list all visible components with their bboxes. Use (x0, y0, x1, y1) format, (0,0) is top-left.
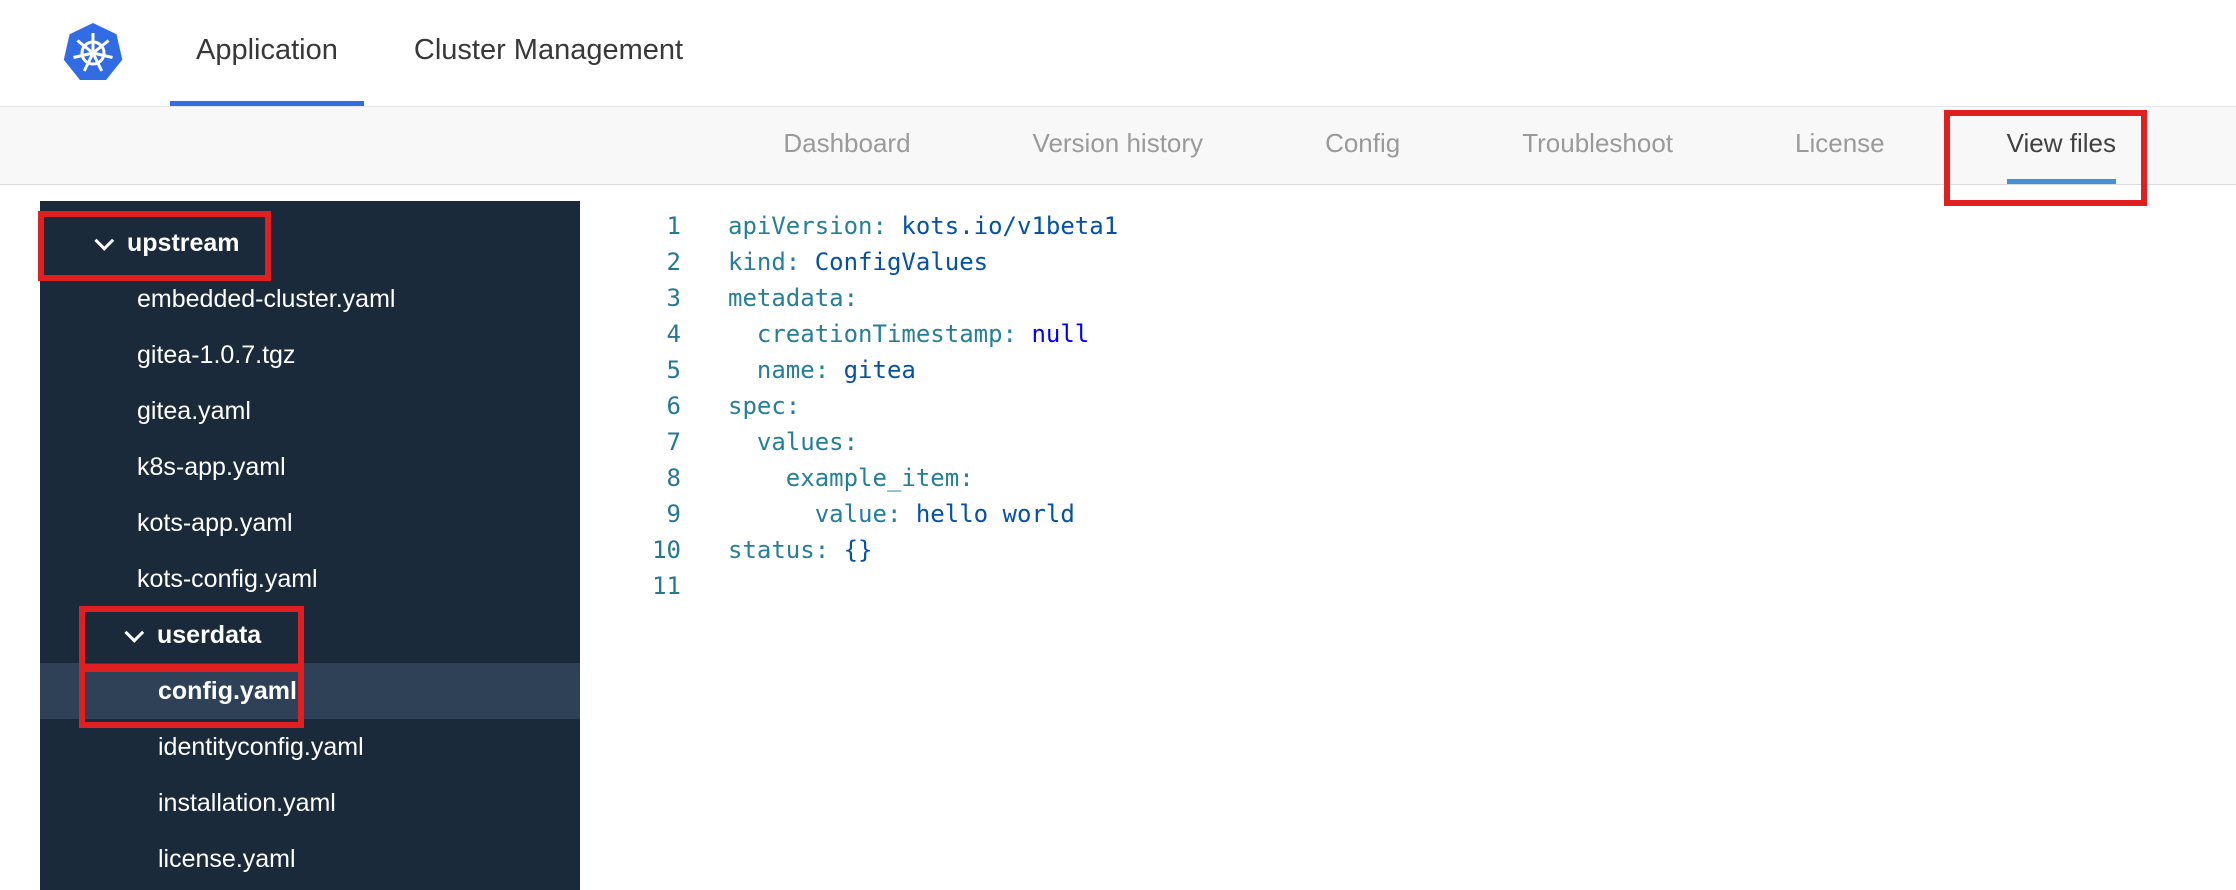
tree-item-label: embedded-cluster.yaml (137, 284, 396, 313)
tree-item-label: installation.yaml (158, 788, 336, 817)
header-tab-cluster-management[interactable]: Cluster Management (388, 0, 709, 106)
line-number: 8 (666, 464, 681, 492)
line-number: 2 (666, 248, 681, 276)
tree-file-kots-app-yaml[interactable]: kots-app.yaml (40, 495, 580, 551)
tree-item-label: config.yaml (158, 676, 297, 705)
code-text: creationTimestamp: null (756, 320, 1090, 348)
code-line: 9 value: hello world (580, 496, 2236, 532)
subnav: Dashboard Version history Config Troublesho… (0, 107, 2236, 185)
code-line: 5 name: gitea (580, 352, 2236, 388)
line-number: 11 (652, 572, 681, 600)
tree-file-kots-config-yaml[interactable]: kots-config.yaml (40, 551, 580, 607)
tree-file-gitea-yaml[interactable]: gitea.yaml (40, 383, 580, 439)
code-text: name: gitea (756, 356, 916, 384)
tree-file-license-yaml[interactable]: license.yaml (40, 831, 580, 887)
tree-file-identityconfig-yaml[interactable]: identityconfig.yaml (40, 719, 580, 775)
code-line: 6 spec: (580, 388, 2236, 424)
code-text: metadata: (728, 284, 859, 312)
tree-item-label: kots-config.yaml (137, 564, 318, 593)
app-header: Application Cluster Management (0, 0, 2236, 107)
code-text: value: hello world (814, 500, 1075, 528)
code-line: 3 metadata: (580, 280, 2236, 316)
code-text: spec: (728, 392, 801, 420)
code-editor[interactable]: 1 apiVersion: kots.io/v1beta1 2 kind: Confi… (580, 185, 2236, 890)
tree-item-label: k8s-app.yaml (137, 452, 286, 481)
code-line: 2 kind: ConfigValues (580, 244, 2236, 280)
line-number: 10 (652, 536, 681, 564)
tree-item-label: license.yaml (158, 844, 296, 873)
kubernetes-logo-icon (63, 23, 123, 80)
tree-item-label: upstream (127, 228, 240, 257)
code-line: 11 (580, 568, 2236, 604)
file-tree: upstream embedded-cluster.yaml gitea-1.0.7… (40, 215, 580, 887)
line-number: 6 (666, 392, 681, 420)
chevron-down-icon (94, 230, 115, 251)
file-tree-sidebar: upstream embedded-cluster.yaml gitea-1.0.7… (40, 201, 580, 890)
line-number: 7 (666, 428, 681, 456)
line-number: 4 (666, 320, 681, 348)
tree-file-config-yaml[interactable]: config.yaml (40, 663, 580, 719)
code-line: 7 values: (580, 424, 2236, 460)
tree-folder-userdata[interactable]: userdata (40, 607, 580, 663)
tree-file-embedded-cluster-yaml[interactable]: embedded-cluster.yaml (40, 271, 580, 327)
code-line: 4 creationTimestamp: null (580, 316, 2236, 352)
header-tabs: Application Cluster Management (170, 0, 709, 106)
subnav-item-config[interactable]: Config (1325, 107, 1400, 184)
code-text: example_item: (785, 464, 974, 492)
code-text: status: {} (728, 536, 873, 564)
subnav-item-version-history[interactable]: Version history (1033, 107, 1204, 184)
subnav-item-troubleshoot[interactable]: Troubleshoot (1522, 107, 1673, 184)
code-line: 10 status: {} (580, 532, 2236, 568)
line-number: 1 (666, 212, 681, 240)
header-tab-application[interactable]: Application (170, 0, 364, 106)
code-text: apiVersion: kots.io/v1beta1 (728, 212, 1119, 240)
logo-container (62, 0, 124, 106)
tree-item-label: identityconfig.yaml (158, 732, 364, 761)
code-line: 1 apiVersion: kots.io/v1beta1 (580, 208, 2236, 244)
subnav-item-view-files[interactable]: View files (2006, 107, 2116, 184)
content-area: upstream embedded-cluster.yaml gitea-1.0.7… (0, 185, 2236, 890)
chevron-down-icon (124, 622, 145, 643)
tree-file-gitea-1-0-7-tgz[interactable]: gitea-1.0.7.tgz (40, 327, 580, 383)
tree-folder-upstream[interactable]: upstream (40, 215, 580, 271)
code-lines: 1 apiVersion: kots.io/v1beta1 2 kind: Confi… (580, 208, 2236, 604)
tree-file-installation-yaml[interactable]: installation.yaml (40, 775, 580, 831)
line-number: 3 (666, 284, 681, 312)
subnav-item-license[interactable]: License (1795, 107, 1885, 184)
tree-item-label: gitea.yaml (137, 396, 251, 425)
tree-file-k8s-app-yaml[interactable]: k8s-app.yaml (40, 439, 580, 495)
tree-item-label: gitea-1.0.7.tgz (137, 340, 296, 369)
tree-item-label: kots-app.yaml (137, 508, 293, 537)
tree-item-label: userdata (157, 620, 262, 649)
code-text: values: (756, 428, 859, 456)
subnav-item-dashboard[interactable]: Dashboard (783, 107, 910, 184)
line-number: 5 (666, 356, 681, 384)
code-text: kind: ConfigValues (728, 248, 989, 276)
line-number: 9 (666, 500, 681, 528)
admin-console-page: Application Cluster Management Dashboard V… (0, 0, 2236, 890)
code-line: 8 example_item: (580, 460, 2236, 496)
